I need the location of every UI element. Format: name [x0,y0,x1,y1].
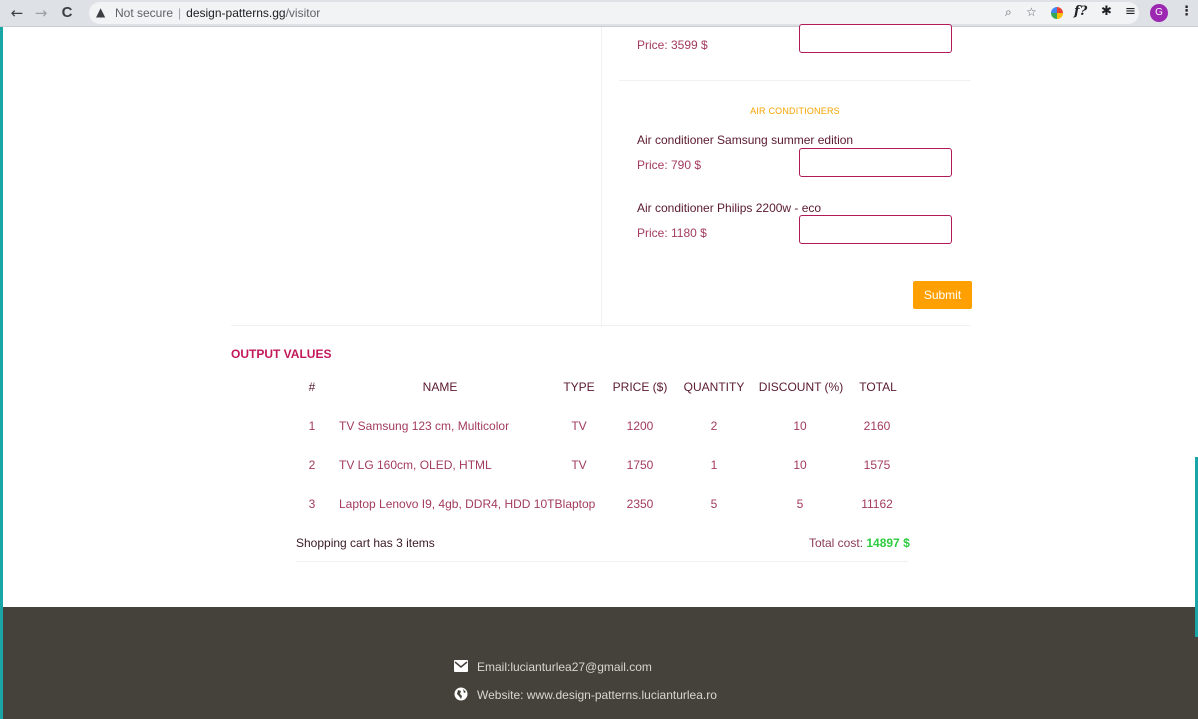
output-values-title: OUTPUT VALUES [231,347,332,361]
table-cell: TV LG 160cm, OLED, HTML [339,458,492,472]
table-cell: TV [571,458,587,472]
url-host: design-patterns.gg [186,6,286,20]
footer: Email:lucianturlea27@gmail.com Website: … [3,607,1198,719]
url-separator: | [178,6,182,20]
url-path: /visitor [285,6,321,20]
reload-icon[interactable]: C [58,4,76,22]
table-cell: 10 [793,458,807,472]
globe-icon [454,687,468,701]
table-cell: 10 [793,419,807,433]
mail-icon [454,660,468,672]
cart-summary: Shopping cart has 3 items [296,536,435,550]
divider [296,561,908,562]
quantity-input[interactable] [799,24,952,53]
product-price: Price: 1180 $ [637,226,707,240]
product-name: Air conditioner Samsung summer edition [637,133,854,147]
bookmark-star-icon[interactable]: ☆ [1026,5,1037,19]
product-price: Price: 3599 $ [637,38,708,52]
forward-arrow-icon[interactable]: → [32,4,50,22]
divider [231,325,971,326]
column-header: QUANTITY [683,380,745,394]
table-cell: 2350 [626,497,654,511]
product-name: Air conditioner Philips 2200w - eco [637,201,822,215]
column-header: PRICE ($) [612,380,668,394]
total-cost-value: 14897 $ [866,536,910,550]
security-label: Not secure [115,6,174,20]
puzzle-extensions-icon[interactable]: ✱ [1101,4,1112,19]
category-title: AIR CONDITIONERS [750,106,840,116]
column-header: NAME [422,380,458,394]
table-cell: 1 [710,458,718,472]
table-cell: TV [571,419,587,433]
table-cell: laptop [562,497,596,511]
table-cell: 2160 [863,419,891,433]
formula-extension-icon[interactable]: f? [1074,4,1087,19]
warning-icon[interactable]: ▲ [96,5,105,19]
total-cost: Total cost: 14897 $ [809,536,910,550]
zoom-icon[interactable]: ⌕ [1005,5,1012,20]
column-header: TYPE [563,380,595,394]
reading-list-icon[interactable]: ≡ [1125,4,1136,19]
footer-website[interactable]: Website: www.design-patterns.lucianturle… [477,688,717,702]
table-cell: 5 [796,497,804,511]
table-cell: 3 [308,497,316,511]
footer-email[interactable]: Email:lucianturlea27@gmail.com [477,660,652,674]
table-cell: 1750 [626,458,654,472]
product-price: Price: 790 $ [637,158,702,172]
table-cell: 1 [308,419,316,433]
total-cost-label: Total cost: [809,536,867,550]
table-cell: 1200 [626,419,654,433]
browser-toolbar: ← → C ▲ Not secure | design-patterns.gg/vi… [0,0,1198,27]
url-display[interactable]: Not secure | design-patterns.gg/visitor [115,6,320,20]
menu-kebab-icon[interactable]: ⋮ [1180,4,1193,19]
table-cell: 2 [308,458,316,472]
table-cell: Laptop Lenovo I9, 4gb, DDR4, HDD 10TB [339,497,563,511]
column-header: DISCOUNT (%) [758,380,844,394]
quantity-input[interactable] [799,215,952,244]
submit-button[interactable]: Submit [913,281,972,309]
divider [619,80,971,81]
quantity-input[interactable] [799,148,952,177]
page-content: Price: 3599 $ AIR CONDITIONERS Air condi… [0,24,1198,719]
table-cell: 2 [710,419,718,433]
table-cell: 1575 [863,458,891,472]
avatar[interactable]: G [1150,4,1168,22]
table-cell: 11162 [861,497,893,511]
back-arrow-icon[interactable]: ← [8,4,26,22]
table-cell: 5 [710,497,718,511]
column-header: TOTAL [859,380,897,394]
color-extension-icon[interactable] [1051,7,1063,19]
table-cell: TV Samsung 123 cm, Multicolor [339,419,510,433]
column-header: # [308,380,316,394]
